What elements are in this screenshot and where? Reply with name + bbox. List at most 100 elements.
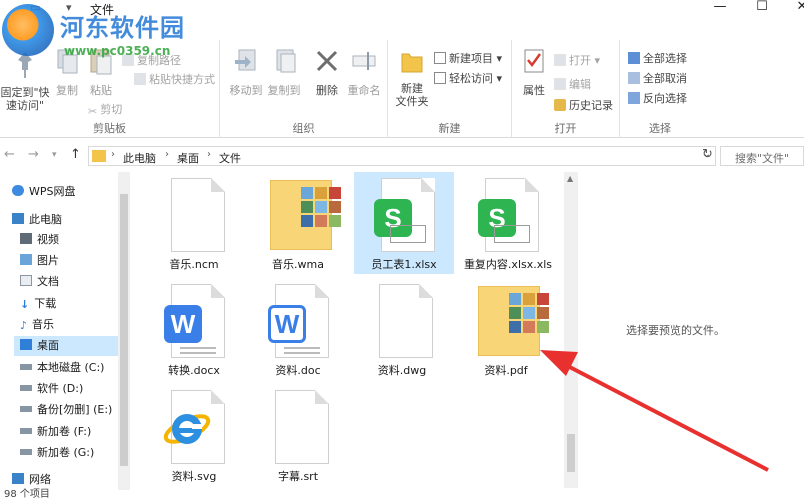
nav-item-label: 音乐 [32, 318, 55, 331]
address-box[interactable]: › 此电脑 › 桌面 › 文件 ⌄ [88, 146, 716, 166]
file-list-scrollbar[interactable]: ▲ [564, 172, 578, 488]
refresh-icon[interactable]: ↻ [702, 147, 713, 162]
organize-group-label: 组织 [292, 122, 315, 135]
crumb-separator-icon[interactable]: › [111, 149, 115, 160]
crumb-separator-icon[interactable]: › [207, 149, 211, 160]
easy-access-button[interactable]: 轻松访问 ▾ [434, 70, 502, 86]
file-item[interactable]: 音乐.wma [248, 172, 348, 274]
edit-button[interactable]: 编辑 [554, 76, 591, 92]
music-icon: ♪ [20, 319, 28, 332]
file-item[interactable]: 音乐.ncm [144, 172, 244, 274]
cloud-icon [12, 185, 24, 196]
nav-item-label: 下载 [34, 297, 57, 310]
rename-button[interactable]: 重命名 [344, 46, 384, 98]
new-item-button[interactable]: 新建项目 ▾ [434, 50, 502, 66]
download-icon: ↓ [20, 298, 30, 311]
copy-to-button[interactable]: 复制到 [264, 46, 304, 98]
folder-icon [92, 150, 106, 162]
crumb-separator-icon[interactable]: › [165, 149, 169, 160]
navigation-pane: WPS网盘 此电脑 视频 图片 文档 ↓ 下载 ♪ 音乐 桌面 本地磁盘 (C:) … [0, 172, 132, 490]
minimize-button[interactable]: — [700, 0, 740, 16]
watermark-name: 河东软件园 [60, 14, 185, 42]
watermark: 河东软件园 www.pc0359.cn [0, 0, 200, 70]
cut-button[interactable]: ✂ 剪切 [88, 101, 122, 118]
delete-label: 删除 [316, 84, 338, 97]
file-name: 资料.pdf [484, 364, 528, 377]
file-item[interactable]: W 转换.docx [144, 278, 244, 380]
file-item[interactable]: 资料.pdf [456, 278, 556, 380]
blank-file-icon [171, 178, 225, 252]
file-item[interactable]: 资料.svg [144, 384, 244, 486]
maximize-button[interactable]: ☐ [742, 0, 782, 16]
open-label: 打开 [569, 54, 591, 67]
file-name: 转换.docx [168, 364, 220, 377]
ribbon-group-new: 新建 文件夹 新建项目 ▾ 轻松访问 ▾ 新建 [388, 40, 512, 138]
drive-icon [20, 406, 32, 412]
status-bar: 98 个项目 [0, 488, 804, 498]
move-to-icon [235, 49, 256, 71]
close-button[interactable]: ✕ [782, 0, 804, 16]
nav-item-desktop[interactable]: 桌面 [14, 336, 118, 356]
move-to-button[interactable]: 移动到 [226, 46, 266, 98]
invert-selection-button[interactable]: 反向选择 [628, 90, 687, 106]
back-arrow-icon[interactable]: ← [4, 147, 15, 162]
nav-scrollbar[interactable] [118, 172, 130, 490]
file-item[interactable]: W 资料.doc [248, 278, 348, 380]
folder-thumbnail-icon [478, 286, 549, 356]
forward-arrow-icon[interactable]: → [28, 147, 39, 162]
select-none-label: 全部取消 [643, 72, 687, 85]
nav-item-wps-cloud[interactable]: WPS网盘 [12, 182, 130, 202]
crumb-this-pc[interactable]: 此电脑 [123, 150, 156, 166]
new-group-label: 新建 [438, 122, 461, 135]
file-name: 员工表1.xlsx [371, 258, 437, 271]
image-thumbnails-icon [509, 293, 549, 333]
wps-writer-icon: W [164, 284, 225, 358]
file-name: 重复内容.xlsx.xls [463, 258, 553, 271]
search-input[interactable]: 搜索"文件" [720, 146, 804, 166]
properties-label: 属性 [523, 84, 545, 97]
properties-button[interactable]: 属性 [516, 46, 552, 98]
video-icon [20, 233, 32, 244]
sheet-grid-icon [494, 225, 530, 243]
pin-quick-access-label: 固定到"快 速访问" [0, 86, 50, 112]
nav-item-label: 此电脑 [29, 213, 62, 226]
delete-button[interactable]: 删除 [312, 46, 342, 98]
new-folder-label: 新建 文件夹 [395, 82, 429, 108]
desktop-icon [20, 339, 32, 350]
file-item-selected[interactable]: S 员工表1.xlsx [354, 172, 454, 274]
select-none-icon [628, 72, 640, 84]
edit-icon [554, 78, 566, 90]
file-item[interactable]: 字幕.srt [248, 384, 348, 486]
new-folder-button[interactable]: 新建 文件夹 [392, 46, 432, 108]
sheet-grid-icon [390, 225, 426, 243]
nav-item-this-pc[interactable]: 此电脑 [12, 210, 130, 230]
open-button[interactable]: 打开 ▾ [554, 52, 600, 68]
nav-scrollbar-thumb[interactable] [120, 194, 128, 466]
file-item[interactable]: S 重复内容.xlsx.xls [458, 172, 558, 274]
crumb-desktop[interactable]: 桌面 [177, 150, 199, 166]
rename-label: 重命名 [347, 84, 381, 97]
blank-file-icon [379, 284, 433, 358]
network-icon [12, 473, 24, 484]
scroll-up-icon[interactable]: ▲ [567, 174, 573, 183]
image-thumbnails-icon [301, 187, 341, 227]
paste-shortcut-button[interactable]: 粘贴快捷方式 [134, 71, 215, 87]
recent-dropdown-icon[interactable]: ▾ [52, 150, 57, 160]
select-none-button[interactable]: 全部取消 [628, 70, 687, 86]
file-list-scrollbar-thumb[interactable] [567, 434, 575, 472]
preview-message: 选择要预览的文件。 [626, 324, 725, 337]
search-placeholder: 搜索"文件" [735, 152, 790, 165]
select-all-icon [628, 52, 640, 64]
crumb-files[interactable]: 文件 [219, 150, 241, 166]
select-all-button[interactable]: 全部选择 [628, 50, 687, 66]
history-button[interactable]: 历史记录 [554, 97, 613, 113]
up-arrow-icon[interactable]: ↑ [70, 147, 81, 162]
file-item[interactable]: 资料.dwg [352, 278, 452, 380]
computer-icon [12, 213, 24, 224]
nav-item-label: 图片 [37, 254, 59, 267]
nav-item-label: 视频 [37, 233, 59, 246]
open-group-label: 打开 [554, 122, 577, 135]
address-bar-row: ← → ▾ ↑ › 此电脑 › 桌面 › 文件 ⌄ ↻ 搜索"文件" [0, 144, 804, 168]
preview-pane: 选择要预览的文件。 [600, 172, 804, 490]
file-name: 资料.dwg [377, 364, 427, 377]
